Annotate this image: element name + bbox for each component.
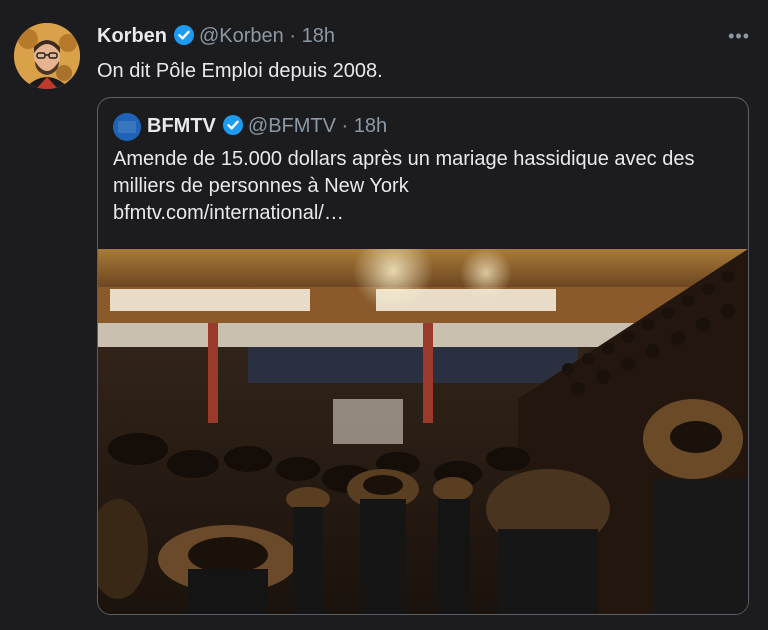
- author-name[interactable]: Korben: [97, 25, 167, 47]
- tweet[interactable]: Korben @Korben · 18h ••• On dit Pôle Empl…: [0, 0, 768, 630]
- crowd-photo: [98, 249, 748, 614]
- quoted-header: BFMTV @BFMTV · 18h: [147, 113, 387, 143]
- quoted-text-line: Amende de 15.000 dollars après un mariag…: [113, 148, 695, 170]
- quoted-time[interactable]: 18h: [354, 115, 387, 137]
- tweet-header: Korben @Korben · 18h: [97, 24, 335, 52]
- separator-dot: ·: [341, 115, 349, 137]
- more-options-icon[interactable]: •••: [728, 26, 750, 47]
- avatar-image: [14, 23, 80, 89]
- quoted-text-line: milliers de personnes à New York: [113, 175, 409, 197]
- separator-dot: ·: [289, 25, 297, 47]
- author-avatar[interactable]: [14, 23, 80, 89]
- verified-badge-icon: [173, 24, 195, 52]
- quoted-link[interactable]: bfmtv.com/international/…: [113, 200, 733, 227]
- quoted-author-handle[interactable]: @BFMTV: [248, 115, 336, 137]
- quoted-media-image[interactable]: [98, 249, 748, 614]
- quoted-text: Amende de 15.000 dollars après un mariag…: [113, 146, 733, 227]
- quoted-tweet[interactable]: BFMTV @BFMTV · 18h Amende de 15.000 dolla…: [97, 97, 749, 615]
- verified-badge-icon: [222, 114, 244, 143]
- quoted-author-name[interactable]: BFMTV: [147, 115, 216, 137]
- quoted-author-avatar[interactable]: [113, 113, 141, 141]
- author-handle[interactable]: @Korben: [199, 25, 284, 47]
- tweet-time[interactable]: 18h: [302, 25, 335, 47]
- tweet-text: On dit Pôle Emploi depuis 2008.: [97, 60, 383, 82]
- bfmtv-logo-icon: [113, 113, 141, 141]
